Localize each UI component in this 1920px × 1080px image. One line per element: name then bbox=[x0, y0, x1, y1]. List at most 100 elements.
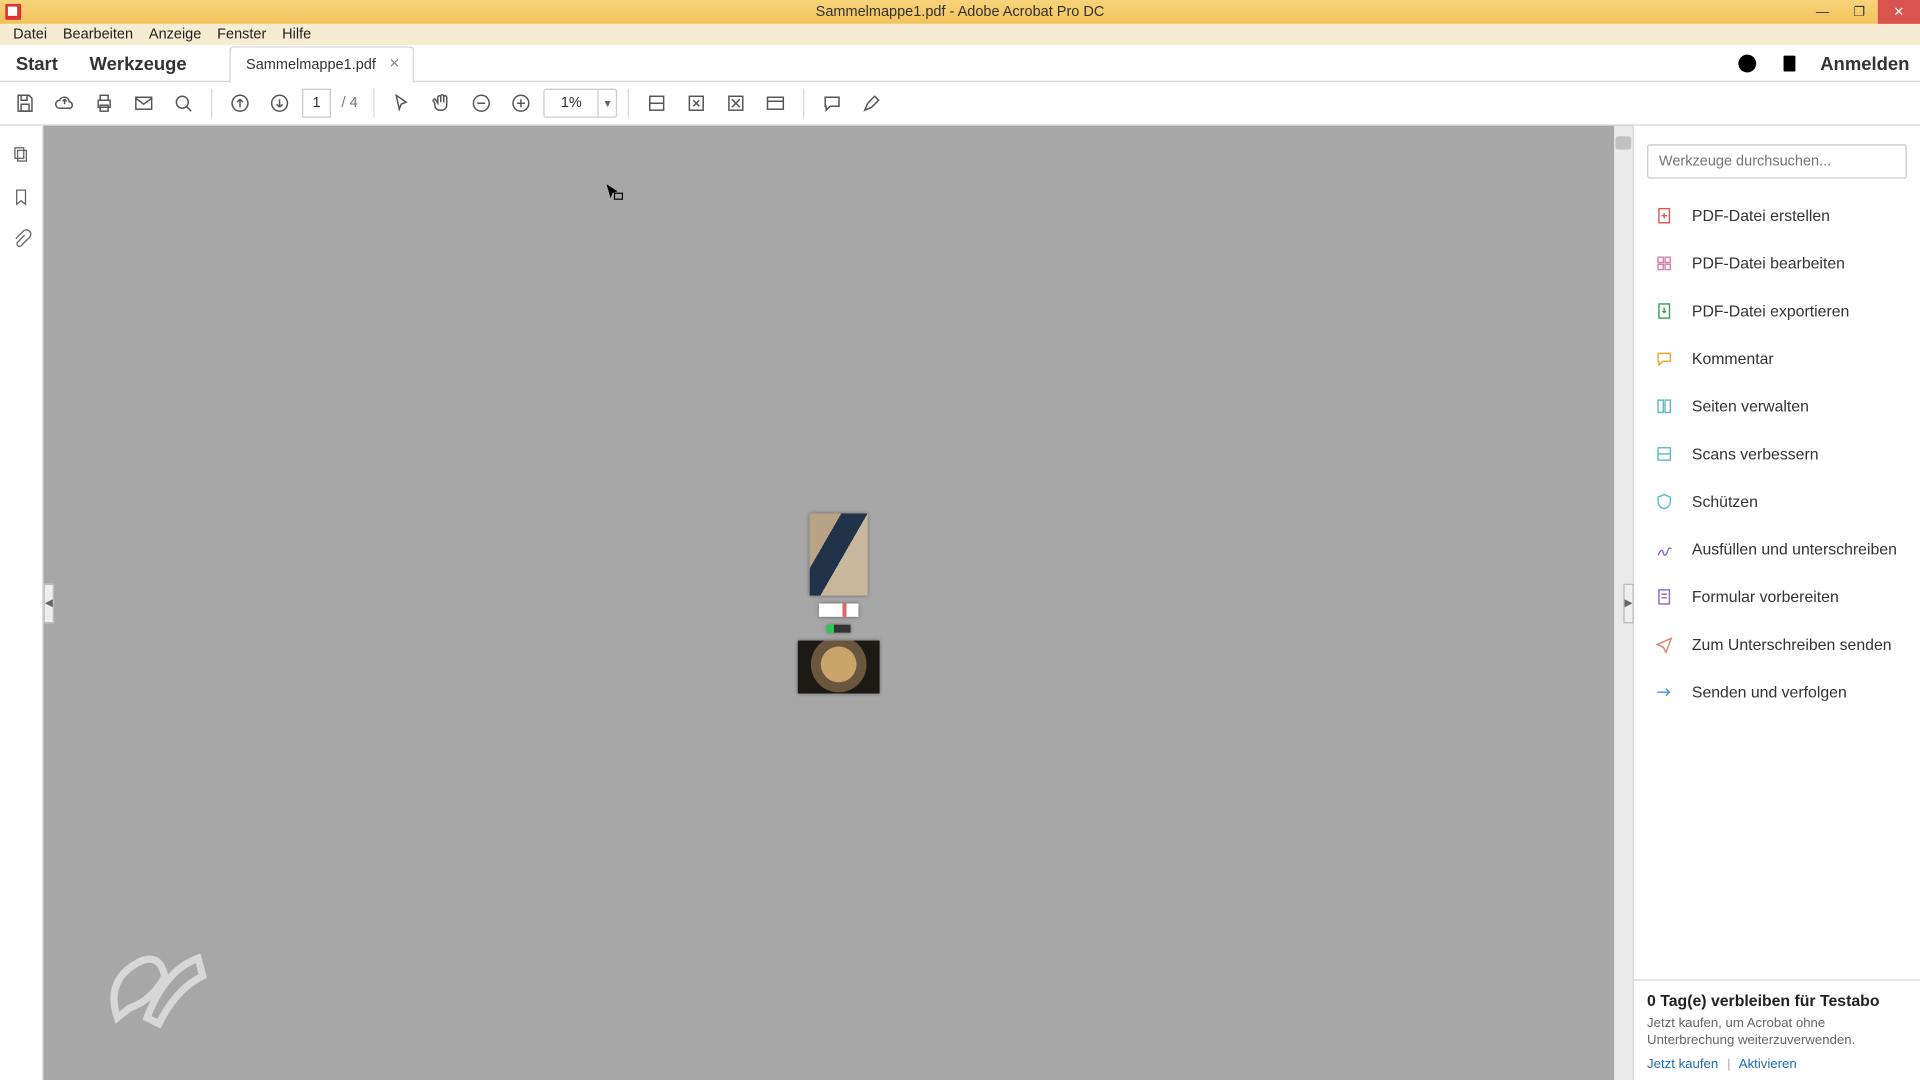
tool-item-label: Senden und verfolgen bbox=[1692, 683, 1847, 702]
tool-item-edit[interactable]: PDF-Datei bearbeiten bbox=[1634, 240, 1920, 288]
print-button[interactable] bbox=[87, 86, 121, 120]
tool-item-label: Seiten verwalten bbox=[1692, 397, 1809, 416]
highlight-button[interactable] bbox=[855, 86, 889, 120]
tool-item-label: Schützen bbox=[1692, 492, 1758, 511]
link-divider: | bbox=[1727, 1057, 1730, 1072]
sign-icon bbox=[1652, 537, 1676, 561]
window-title: Sammelmappe1.pdf - Adobe Acrobat Pro DC bbox=[816, 4, 1105, 20]
cloud-upload-button[interactable] bbox=[47, 86, 81, 120]
zoom-value: 1% bbox=[545, 95, 598, 111]
page-number-input[interactable] bbox=[302, 89, 331, 118]
tab-document[interactable]: Sammelmappe1.pdf ✕ bbox=[229, 46, 415, 83]
watermark-logo bbox=[94, 934, 213, 1040]
tool-item-export[interactable]: PDF-Datei exportieren bbox=[1634, 287, 1920, 335]
chevron-down-icon[interactable]: ▼ bbox=[598, 90, 616, 116]
collapse-left-panel-button[interactable]: ◀ bbox=[44, 583, 55, 623]
create-icon bbox=[1652, 204, 1676, 228]
zoom-in-button[interactable] bbox=[504, 86, 538, 120]
tool-item-label: PDF-Datei bearbeiten bbox=[1692, 254, 1845, 273]
attachments-panel-button[interactable] bbox=[11, 229, 32, 250]
tool-item-label: Zum Unterschreiben senden bbox=[1692, 635, 1892, 654]
page-4-thumbnail[interactable] bbox=[797, 640, 879, 693]
edit-icon bbox=[1652, 251, 1676, 275]
minimize-button[interactable]: — bbox=[1804, 0, 1841, 24]
hand-tool-button[interactable] bbox=[425, 86, 459, 120]
activate-link[interactable]: Aktivieren bbox=[1739, 1057, 1797, 1072]
document-canvas[interactable]: ◀ bbox=[44, 126, 1633, 1080]
tool-item-label: Formular vorbereiten bbox=[1692, 588, 1839, 607]
tool-item-sendSign[interactable]: Zum Unterschreiben senden bbox=[1634, 621, 1920, 669]
title-bar: Sammelmappe1.pdf - Adobe Acrobat Pro DC … bbox=[0, 0, 1920, 24]
fit-visible-button[interactable] bbox=[719, 86, 753, 120]
scrollbar-thumb[interactable] bbox=[1615, 136, 1631, 149]
buy-now-link[interactable]: Jetzt kaufen bbox=[1647, 1057, 1718, 1072]
fit-page-button[interactable] bbox=[679, 86, 713, 120]
page-1-thumbnail[interactable] bbox=[809, 513, 867, 595]
app-icon bbox=[5, 4, 21, 20]
zoom-out-button[interactable] bbox=[465, 86, 499, 120]
menu-view[interactable]: Anzeige bbox=[141, 26, 209, 42]
sendSign-icon bbox=[1652, 633, 1676, 657]
close-button[interactable]: ✕ bbox=[1878, 0, 1920, 24]
tool-item-label: PDF-Datei erstellen bbox=[1692, 206, 1830, 225]
tool-item-pages[interactable]: Seiten verwalten bbox=[1634, 382, 1920, 430]
tools-panel: ▶ PDF-Datei erstellenPDF-Datei bearbeite… bbox=[1633, 126, 1920, 1080]
trial-headline: 0 Tag(e) verbleiben für Testabo bbox=[1647, 991, 1907, 1010]
tab-close-icon[interactable]: ✕ bbox=[389, 57, 400, 72]
pages-icon bbox=[1652, 394, 1676, 418]
tool-item-label: PDF-Datei exportieren bbox=[1692, 302, 1849, 321]
shield-icon bbox=[1652, 490, 1676, 514]
page-2-thumbnail[interactable] bbox=[818, 603, 858, 616]
maximize-button[interactable]: ❐ bbox=[1841, 0, 1878, 24]
thumbnails-panel-button[interactable] bbox=[11, 144, 32, 165]
tabs-row: Start Werkzeuge Sammelmappe1.pdf ✕ Anmel… bbox=[0, 45, 1920, 82]
tab-tools[interactable]: Werkzeuge bbox=[74, 52, 203, 73]
tool-item-scan[interactable]: Scans verbessern bbox=[1634, 430, 1920, 478]
trial-activation-banner: 0 Tag(e) verbleiben für Testabo Jetzt ka… bbox=[1634, 979, 1920, 1080]
toolbar: / 4 1% ▼ bbox=[0, 82, 1920, 126]
track-icon bbox=[1652, 680, 1676, 704]
menu-file[interactable]: Datei bbox=[5, 26, 55, 42]
tools-search[interactable] bbox=[1647, 144, 1907, 178]
zoom-select[interactable]: 1% ▼ bbox=[544, 89, 618, 118]
tool-item-track[interactable]: Senden und verfolgen bbox=[1634, 668, 1920, 716]
scan-icon bbox=[1652, 442, 1676, 466]
tool-item-label: Kommentar bbox=[1692, 349, 1774, 368]
page-total-label: / 4 bbox=[336, 95, 363, 111]
tab-document-label: Sammelmappe1.pdf bbox=[246, 56, 376, 72]
collapse-right-panel-button[interactable]: ▶ bbox=[1623, 583, 1634, 623]
email-button[interactable] bbox=[127, 86, 161, 120]
tool-item-sign[interactable]: Ausfüllen und unterschreiben bbox=[1634, 525, 1920, 573]
tab-home[interactable]: Start bbox=[0, 52, 74, 73]
export-icon bbox=[1652, 299, 1676, 323]
tools-search-input[interactable] bbox=[1659, 154, 1895, 170]
fit-width-button[interactable] bbox=[640, 86, 674, 120]
tool-item-comment[interactable]: Kommentar bbox=[1634, 335, 1920, 383]
tool-item-shield[interactable]: Schützen bbox=[1634, 478, 1920, 526]
form-icon bbox=[1652, 585, 1676, 609]
tool-item-label: Scans verbessern bbox=[1692, 445, 1819, 464]
help-icon[interactable] bbox=[1736, 51, 1760, 75]
sign-in-link[interactable]: Anmelden bbox=[1820, 52, 1909, 73]
read-mode-button[interactable] bbox=[759, 86, 793, 120]
select-tool-button[interactable] bbox=[385, 86, 419, 120]
notifications-icon[interactable] bbox=[1778, 51, 1802, 75]
page-thumbnails-stack bbox=[797, 513, 879, 693]
menu-window[interactable]: Fenster bbox=[209, 26, 274, 42]
prev-page-button[interactable] bbox=[223, 86, 257, 120]
save-button[interactable] bbox=[8, 86, 42, 120]
comment-button[interactable] bbox=[815, 86, 849, 120]
tool-item-create[interactable]: PDF-Datei erstellen bbox=[1634, 192, 1920, 240]
page-3-thumbnail[interactable] bbox=[826, 624, 850, 632]
menu-help[interactable]: Hilfe bbox=[274, 26, 319, 42]
menu-bar: Datei Bearbeiten Anzeige Fenster Hilfe bbox=[0, 24, 1920, 45]
mouse-cursor bbox=[603, 181, 627, 205]
trial-subtext: Jetzt kaufen, um Acrobat ohne Unterbrech… bbox=[1647, 1015, 1907, 1049]
search-button[interactable] bbox=[166, 86, 200, 120]
left-navigation-rail bbox=[0, 126, 44, 1080]
next-page-button[interactable] bbox=[262, 86, 296, 120]
bookmarks-panel-button[interactable] bbox=[11, 187, 32, 208]
menu-edit[interactable]: Bearbeiten bbox=[55, 26, 141, 42]
tool-item-form[interactable]: Formular vorbereiten bbox=[1634, 573, 1920, 621]
tool-item-label: Ausfüllen und unterschreiben bbox=[1692, 540, 1897, 559]
